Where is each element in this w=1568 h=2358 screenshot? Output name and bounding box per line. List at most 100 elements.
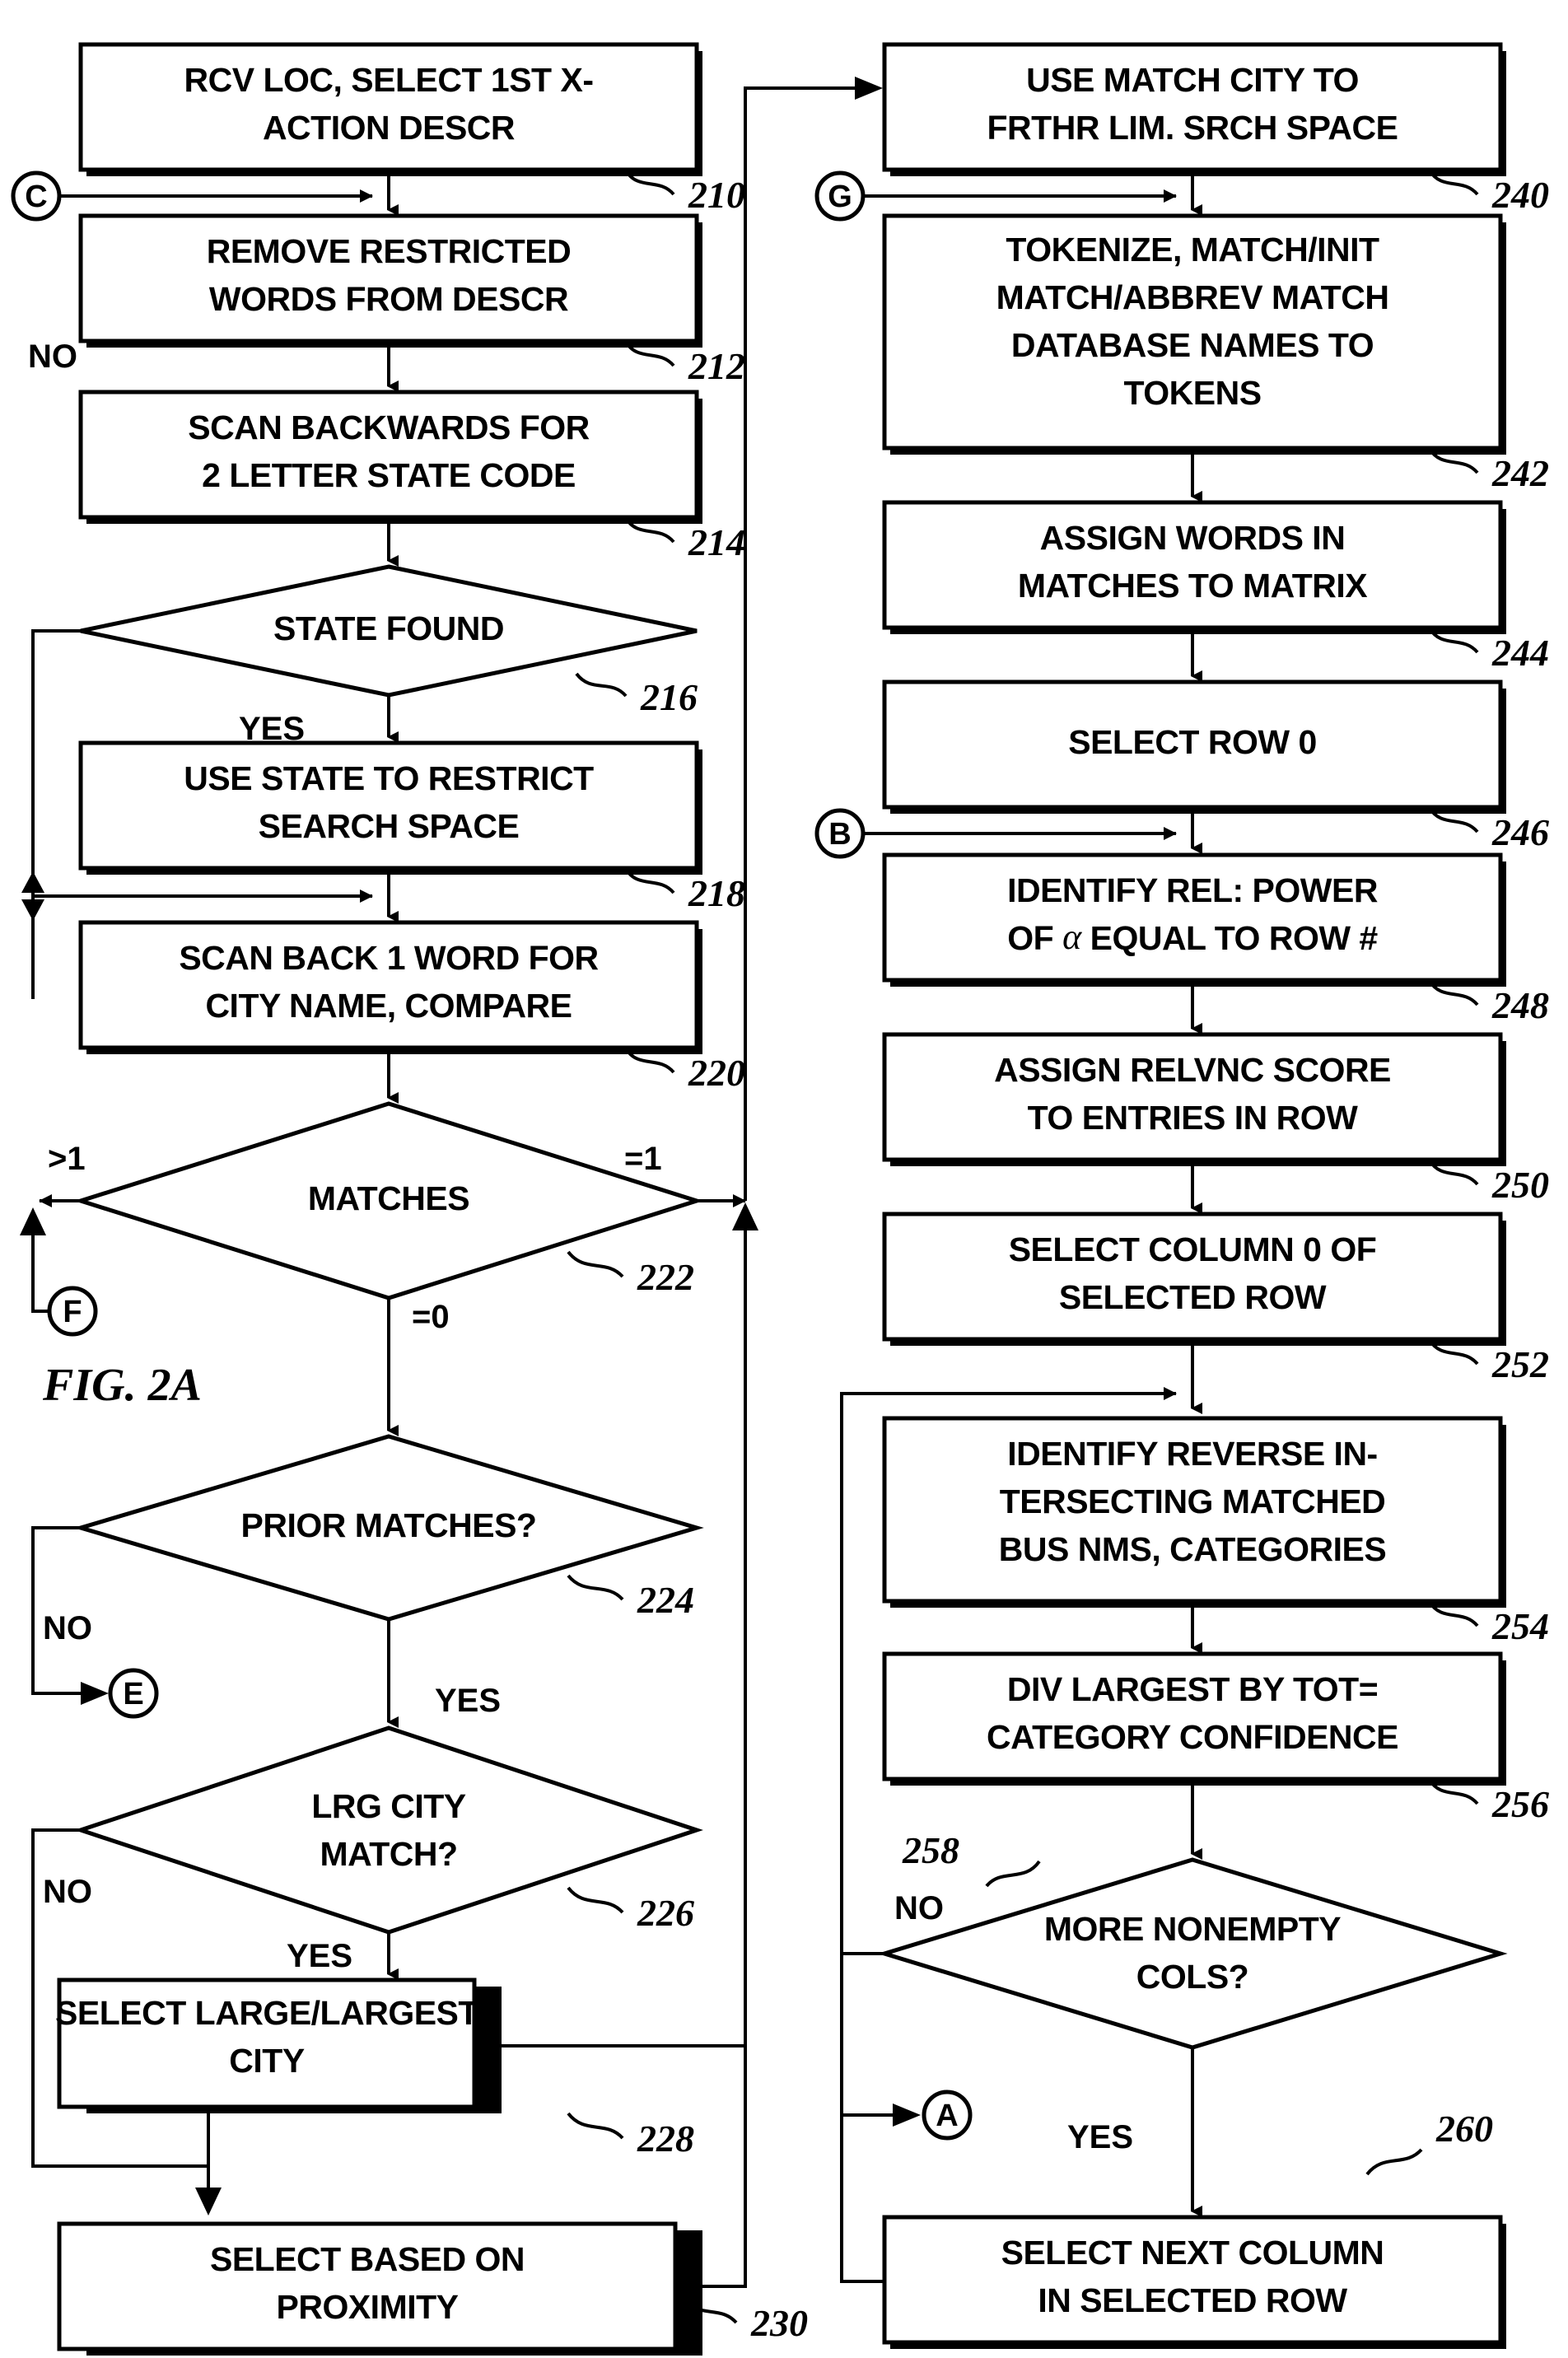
- decision-diamond-258: MORE NONEMPTY COLS?: [877, 1857, 1508, 2050]
- box-260-line-2: IN SELECTED ROW: [1038, 2281, 1347, 2319]
- process-box-256: DIV LARGEST BY TOT= CATEGORY CONFIDENCE: [882, 1651, 1506, 1786]
- ref-number-248: 248: [1491, 984, 1549, 1026]
- edge-label-222-eq0: =0: [412, 1299, 450, 1335]
- offpage-connector-c: C: [11, 170, 62, 222]
- ref-number-250: 250: [1491, 1164, 1549, 1206]
- edge-label-224-no: NO: [43, 1610, 92, 1646]
- offpage-connector-b: B: [814, 808, 866, 859]
- process-box-246: SELECT ROW 0: [882, 679, 1506, 814]
- box-220-line-2: CITY NAME, COMPARE: [205, 987, 572, 1025]
- box-218-line-2: SEARCH SPACE: [259, 807, 520, 845]
- offpage-connector-g: G: [814, 170, 866, 222]
- arrowhead-up-216no: [21, 871, 44, 893]
- edge-label-226-no: NO: [43, 1874, 92, 1910]
- box-240-line-2: FRTHR LIM. SRCH SPACE: [987, 109, 1398, 147]
- box-256-line-1: DIV LARGEST BY TOT=: [1007, 1670, 1378, 1708]
- box-242-line-2: MATCH/ABBREV MATCH: [996, 278, 1389, 316]
- box-248-line-1: IDENTIFY REL: POWER: [1007, 871, 1378, 909]
- box-210-line-2: ACTION DESCR: [263, 109, 515, 147]
- path-216-no-down: [31, 629, 81, 999]
- ref-number-242: 242: [1491, 452, 1549, 494]
- ref-leader-260: 260: [1365, 2108, 1493, 2176]
- ref-number-240: 240: [1491, 174, 1549, 216]
- arrowhead-into-a: [893, 2104, 921, 2127]
- box-254-line-2: TERSECTING MATCHED: [1000, 1483, 1386, 1520]
- path-f-up: [31, 1235, 49, 1313]
- box-250-line-1: ASSIGN RELVNC SCORE: [994, 1051, 1391, 1089]
- connector-b-label: B: [828, 817, 851, 852]
- alpha-symbol: α: [1062, 917, 1082, 957]
- ref-leader-254: 254: [1428, 1600, 1549, 1647]
- box-244-line-1: ASSIGN WORDS IN: [1040, 519, 1346, 557]
- connector-a-label: A: [936, 2099, 958, 2133]
- connector-f-label: F: [63, 1295, 82, 1329]
- ref-leader-248: 248: [1428, 979, 1549, 1026]
- box-246-line-1: SELECT ROW 0: [1068, 723, 1317, 761]
- ref-leader-214: 214: [624, 516, 745, 563]
- box-254-line-1: IDENTIFY REVERSE IN-: [1007, 1435, 1377, 1473]
- process-box-252: SELECT COLUMN 0 OF SELECTED ROW: [882, 1212, 1506, 1346]
- box-248-line-2: OF α EQUAL TO ROW #: [1007, 917, 1378, 957]
- box-252-line-2: SELECTED ROW: [1059, 1278, 1327, 1316]
- ref-leader-216: 216: [575, 672, 698, 718]
- ref-number-212: 212: [688, 345, 745, 387]
- edge-label-224-yes: YES: [435, 1683, 501, 1719]
- box-260-line-1: SELECT NEXT COLUMN: [1001, 2234, 1384, 2272]
- ref-leader-224: 224: [567, 1574, 694, 1621]
- process-box-212: REMOVE RESTRICTED WORDS FROM DESCR: [78, 213, 702, 348]
- ref-leader-256: 256: [1428, 1778, 1549, 1825]
- ref-leader-210: 210: [624, 169, 745, 216]
- decision-diamond-216: STATE FOUND: [80, 564, 698, 698]
- ref-number-258: 258: [902, 1829, 959, 1871]
- box-248-line-2-suffix: EQUAL TO ROW #: [1081, 919, 1379, 957]
- box-212-line-1: REMOVE RESTRICTED: [207, 232, 572, 270]
- flowchart-canvas: RCV LOC, SELECT 1ST X- ACTION DESCR 210 …: [11, 42, 1549, 2356]
- box-256-line-2: CATEGORY CONFIDENCE: [987, 1718, 1398, 1756]
- ref-leader-258: 258: [902, 1829, 1041, 1888]
- ref-number-216: 216: [640, 676, 698, 718]
- ref-number-256: 256: [1491, 1783, 1549, 1825]
- ref-leader-252: 252: [1428, 1338, 1549, 1385]
- ref-number-252: 252: [1491, 1343, 1549, 1385]
- ref-leader-226: 226: [567, 1886, 694, 1934]
- connector-c-label: C: [25, 180, 47, 214]
- ref-leader-246: 246: [1428, 806, 1549, 853]
- ref-number-222: 222: [637, 1256, 694, 1298]
- box-224-line-1: PRIOR MATCHES?: [241, 1506, 537, 1544]
- ref-number-244: 244: [1491, 632, 1549, 674]
- process-box-242: TOKENIZE, MATCH/INIT MATCH/ABBREV MATCH …: [882, 213, 1506, 455]
- process-box-260: SELECT NEXT COLUMN IN SELECTED ROW: [882, 2215, 1506, 2349]
- ref-number-246: 246: [1491, 811, 1549, 853]
- ref-leader-242: 242: [1428, 447, 1549, 494]
- ref-leader-250: 250: [1428, 1159, 1549, 1206]
- process-box-220: SCAN BACK 1 WORD FOR CITY NAME, COMPARE: [78, 920, 702, 1054]
- box-212-line-2: WORDS FROM DESCR: [209, 280, 568, 318]
- box-228-line-1: SELECT LARGE/LARGEST: [55, 1994, 478, 2032]
- box-242-line-1: TOKENIZE, MATCH/INIT: [1006, 231, 1379, 268]
- path-260-loop-back: [840, 1392, 884, 2283]
- arrowhead-rail-up: [732, 1202, 758, 1230]
- arrowhead-down-216no: [21, 899, 44, 921]
- ref-number-220: 220: [688, 1052, 745, 1094]
- box-226-line-2: MATCH?: [320, 1835, 457, 1873]
- edge-label-258-no: NO: [894, 1890, 944, 1926]
- box-242-line-4: TOKENS: [1123, 374, 1261, 412]
- offpage-connector-a: A: [922, 2090, 973, 2141]
- box-240-line-1: USE MATCH CITY TO: [1026, 61, 1359, 99]
- box-226-line-1: LRG CITY: [311, 1787, 465, 1825]
- process-box-218: USE STATE TO RESTRICT SEARCH SPACE: [78, 740, 702, 875]
- box-242-line-3: DATABASE NAMES TO: [1011, 326, 1374, 364]
- edge-label-226-yes: YES: [287, 1938, 352, 1974]
- figure-label: FIG. 2A: [42, 1360, 202, 1411]
- box-252-line-1: SELECT COLUMN 0 OF: [1009, 1230, 1377, 1268]
- arrowhead-into-240: [855, 77, 883, 100]
- ref-leader-228: 228: [567, 2112, 694, 2160]
- box-254-line-3: BUS NMS, CATEGORIES: [999, 1530, 1386, 1568]
- edge-label-216-no: NO: [28, 339, 77, 375]
- decision-diamond-222: MATCHES: [73, 1101, 704, 1300]
- box-210-line-1: RCV LOC, SELECT 1ST X-: [184, 61, 594, 99]
- box-258-line-2: COLS?: [1136, 1958, 1248, 1996]
- box-250-line-2: TO ENTRIES IN ROW: [1028, 1099, 1359, 1137]
- ref-number-230: 230: [750, 2302, 808, 2344]
- ref-number-228: 228: [637, 2118, 694, 2160]
